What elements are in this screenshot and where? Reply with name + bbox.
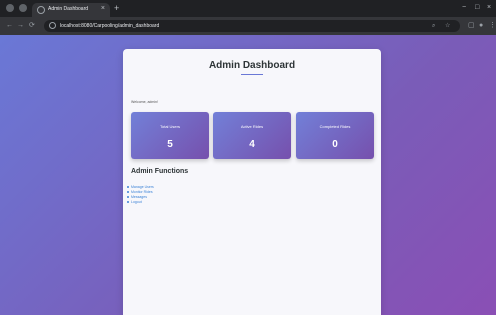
bullet-icon [127,190,129,193]
title-underline [241,74,263,75]
site-info-icon[interactable] [49,22,56,29]
stat-label: Active Rides [240,124,264,129]
zoom-icon[interactable]: ⌕ [432,22,435,30]
stat-card-active-rides: Active Rides 4 [213,112,291,159]
welcome-text: Welcome, admin! [131,100,158,104]
stat-label: Total Users [159,124,180,129]
manage-users-link[interactable]: Manage Users [131,185,154,189]
minimize-button[interactable]: − [462,4,466,12]
menu-icon[interactable]: ⋮ [489,21,496,30]
admin-functions-heading: Admin Functions [131,168,189,175]
tab-search-icon[interactable] [19,4,27,12]
stat-value: 5 [167,139,173,150]
address-bar[interactable]: localhost:8080/Carpooling/admin_dashboar… [44,20,460,32]
close-window-button[interactable]: × [487,4,491,12]
bookmark-star-icon[interactable]: ☆ [445,22,450,30]
list-item: Logout [127,199,154,204]
stat-label: Completed Rides [319,124,351,129]
url-text[interactable]: localhost:8080/Carpooling/admin_dashboar… [60,23,159,29]
reload-icon[interactable]: ⟳ [29,21,35,30]
page-background: Admin Dashboard Welcome, admin! Total Us… [0,35,496,315]
back-icon[interactable]: ← [6,21,13,30]
app-menu-icon[interactable] [6,4,14,12]
stat-card-total-users: Total Users 5 [131,112,209,159]
forward-icon[interactable]: → [17,21,24,30]
admin-functions-list: Manage Users Monitor Rides Messages Logo… [127,184,154,204]
tab-title: Admin Dashboard [48,6,89,12]
tab-close-icon[interactable]: × [101,5,105,13]
bullet-icon [127,195,129,198]
dashboard-container: Admin Dashboard Welcome, admin! Total Us… [123,49,381,315]
new-tab-button[interactable]: + [114,3,119,13]
profile-icon[interactable]: ● [479,21,483,30]
maximize-button[interactable]: □ [475,4,479,12]
bullet-icon [127,200,129,203]
tab-strip: Admin Dashboard × + − □ × [0,0,496,17]
page-title: Admin Dashboard [208,60,296,71]
list-item: Manage Users [127,184,154,189]
extensions-icon[interactable]: ▢ [468,21,475,30]
messages-link[interactable]: Messages [131,195,147,199]
list-item: Monitor Rides [127,189,154,194]
stat-card-completed-rides: Completed Rides 0 [296,112,374,159]
page-favicon-icon [37,6,45,14]
stat-value: 4 [249,139,255,150]
logout-link[interactable]: Logout [131,200,142,204]
tab-admin-dashboard[interactable]: Admin Dashboard × [32,3,110,17]
bullet-icon [127,185,129,188]
monitor-rides-link[interactable]: Monitor Rides [131,190,153,194]
stat-value: 0 [332,139,338,150]
toolbar: ← → ⟳ localhost:8080/Carpooling/admin_da… [0,17,496,35]
